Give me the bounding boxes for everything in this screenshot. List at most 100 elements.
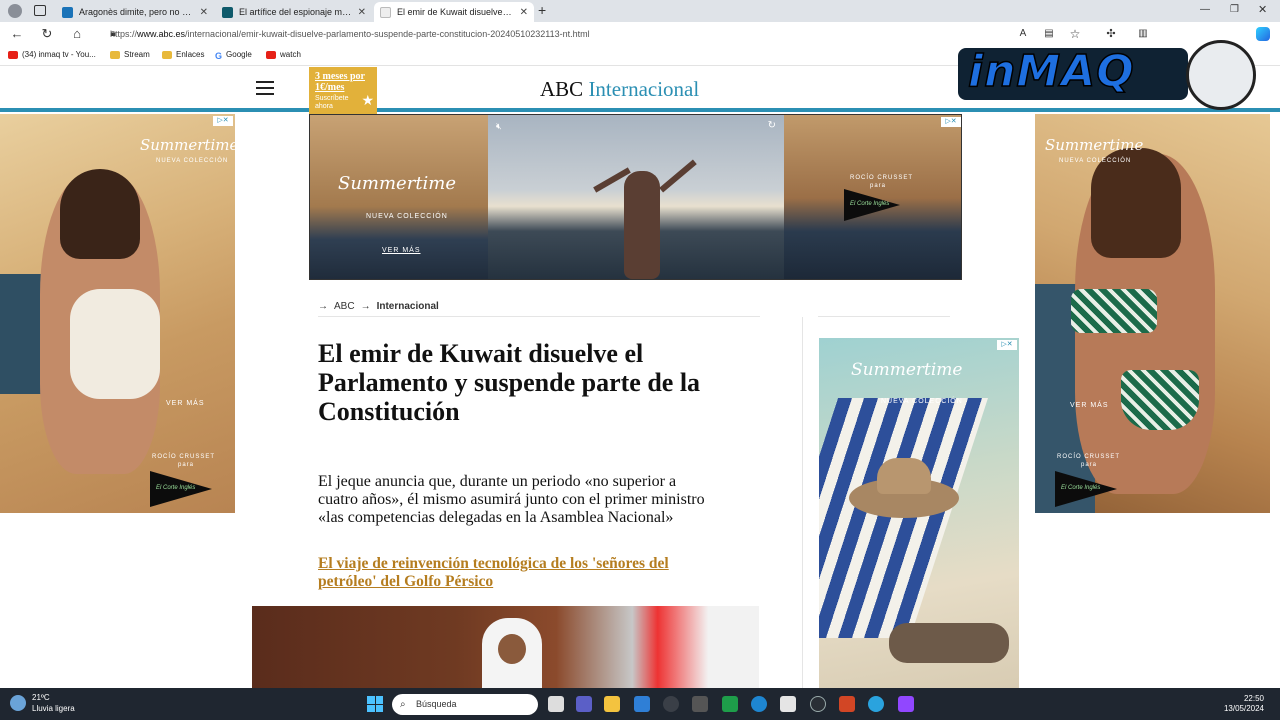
search-icon: ⌕ [400,699,406,710]
close-icon[interactable]: ✕ [520,7,528,18]
web-page: ABC Internacional 3 meses por 1€/mes Sus… [0,67,1280,688]
browser-tab-strip: Aragonès dimite, pero no aclara ✕ El art… [0,0,1280,22]
bikini-top-shape [1071,289,1157,333]
twitch-icon[interactable] [898,696,914,712]
home-icon[interactable]: ⌂ [68,25,86,43]
ad-panel-video: 🔇︎ ↻ [488,115,784,279]
bookmark-watch[interactable]: watch [266,50,301,59]
replay-icon[interactable]: ↻ [768,120,776,131]
inmaq-logo: inMAQ [958,40,1258,116]
column-divider [802,317,803,688]
ad-cta: VER MÁS [166,400,205,407]
powerpoint-icon[interactable] [839,696,855,712]
ad-collection: NUEVA COLECCIÓN [881,398,963,405]
swimsuit-shape [70,289,160,399]
bookmark-inmaq-tv[interactable]: (34) inmaq tv - You... [8,50,96,59]
site-brand[interactable]: ABC Internacional [540,77,699,102]
search-placeholder: Búsqueda [416,699,457,709]
ad-right-skyscraper[interactable]: Summertime NUEVA COLECCIÓN VER MÁS ROCÍO… [1035,114,1270,513]
adchoices-icon[interactable]: ▷✕ [941,117,961,127]
ad-sidebar[interactable]: Summertime NUEVA COLECCIÓN ▷✕ [819,338,1019,688]
tab-emir-kuwait[interactable]: El emir de Kuwait disuelve el Par ✕ [374,2,534,22]
ad-designer-sub: para [178,462,195,468]
profile-avatar[interactable] [8,4,22,18]
ad-designer-sub: para [1081,462,1098,468]
el-corte-ingles-logo: El Corte Inglés [844,189,900,221]
weather-widget[interactable]: 21ºC Lluvia ligera [10,692,75,714]
bookmark-google[interactable]: G Google [215,50,252,61]
breadcrumb-current[interactable]: Internacional [377,301,439,312]
sidebar-divider [818,316,950,317]
mute-icon[interactable]: 🔇︎ [496,121,502,132]
hair-shape [1091,148,1181,258]
restore-icon[interactable]: ❐ [1230,4,1239,15]
promo-line3: Suscríbete ahora [315,95,349,110]
ad-designer: ROCÍO CRUSSET [152,454,216,460]
adchoices-icon[interactable]: ▷✕ [997,340,1017,350]
close-window-icon[interactable]: ✕ [1258,3,1267,16]
tab-aragones[interactable]: Aragonès dimite, pero no aclara ✕ [56,2,214,22]
youtube-icon [266,50,276,59]
windows-taskbar: 21ºC Lluvia ligera ⌕ Búsqueda 22:50 13/0… [0,688,1280,720]
url-path: /internacional/emir-kuwait-disuelve-parl… [185,29,590,39]
article-headline: El emir de Kuwait disuelve el Parlamento… [318,339,701,426]
ad-left-skyscraper[interactable]: Summertime NUEVA COLECCIÓN VER MÁS ROCÍO… [0,114,235,513]
telegram-icon[interactable] [868,696,884,712]
app-icon[interactable] [692,696,708,712]
subscribe-promo[interactable]: 3 meses por 1€/mes Suscríbete ahora ★ [309,67,377,115]
brand-section: Internacional [588,77,700,101]
camtasia-icon[interactable] [722,696,738,712]
bookmark-label: Enlaces [176,50,205,59]
hair-shape [60,169,140,259]
breadcrumb-root[interactable]: ABC [334,301,355,312]
ad-brand-script: Summertime [1045,136,1144,154]
url-field[interactable]: https://www.abc.es/internacional/emir-ku… [110,25,1010,43]
brand-name: ABC [540,77,584,101]
whatsapp-icon[interactable] [810,696,826,712]
ad-collection: NUEVA COLECCIÓN [366,213,448,220]
edge-icon[interactable] [751,696,767,712]
mail-icon[interactable] [634,696,650,712]
hamburger-menu-icon[interactable] [256,81,274,95]
bikini-bottom-shape [1121,370,1199,430]
ad-top-banner[interactable]: Summertime NUEVA COLECCIÓN VER MÁS 🔇︎ ↻ … [309,114,962,280]
app-icon[interactable] [663,696,679,712]
system-clock[interactable]: 22:50 13/05/2024 [1224,694,1264,714]
teams-icon[interactable] [576,696,592,712]
close-icon[interactable]: ✕ [358,7,366,18]
tab-title: Aragonès dimite, pero no aclara [79,7,194,17]
bookmark-label: (34) inmaq tv - You... [22,50,96,59]
site-favicon-icon [380,6,391,18]
tab-actions-icon[interactable] [34,5,46,16]
breadcrumb-arrow-icon: → [360,301,371,312]
taskbar-search-box[interactable]: ⌕ Búsqueda [392,694,538,715]
windows-start-icon[interactable] [367,696,383,712]
task-view-icon[interactable] [548,696,564,712]
model-figure [624,171,660,279]
minimize-icon[interactable]: — [1200,4,1210,15]
tab-title: El emir de Kuwait disuelve el Par [397,7,514,17]
weather-temperature: 21ºC [32,693,50,702]
ad-cta: VER MÁS [1070,402,1109,409]
ad-brand-script: Summertime [140,136,235,154]
related-article-link[interactable]: El viaje de reinvención tecnológica de l… [318,555,718,591]
ad-cta: VER MÁS [382,247,421,254]
close-icon[interactable]: ✕ [200,7,208,18]
store-icon[interactable] [780,696,796,712]
article-photo[interactable] [252,606,759,688]
ad-designer-sub: para [870,183,887,189]
ad-collection: NUEVA COLECCIÓN [1059,158,1132,164]
file-explorer-icon[interactable] [604,696,620,712]
bookmark-label: Stream [124,50,150,59]
site-favicon-icon [222,6,233,18]
back-icon[interactable]: ← [8,25,26,43]
folder-icon [162,50,172,59]
tab-espionaje[interactable]: El artífice del espionaje marroquí ✕ [216,2,372,22]
logo-emblem-icon [1186,40,1256,110]
new-tab-button[interactable]: + [538,2,546,18]
bookmark-enlaces[interactable]: Enlaces [162,50,204,59]
reload-icon[interactable]: ↻ [38,25,56,43]
bookmark-stream[interactable]: Stream [110,50,150,59]
adchoices-icon[interactable]: ▷✕ [213,116,233,126]
google-icon: G [215,50,223,61]
